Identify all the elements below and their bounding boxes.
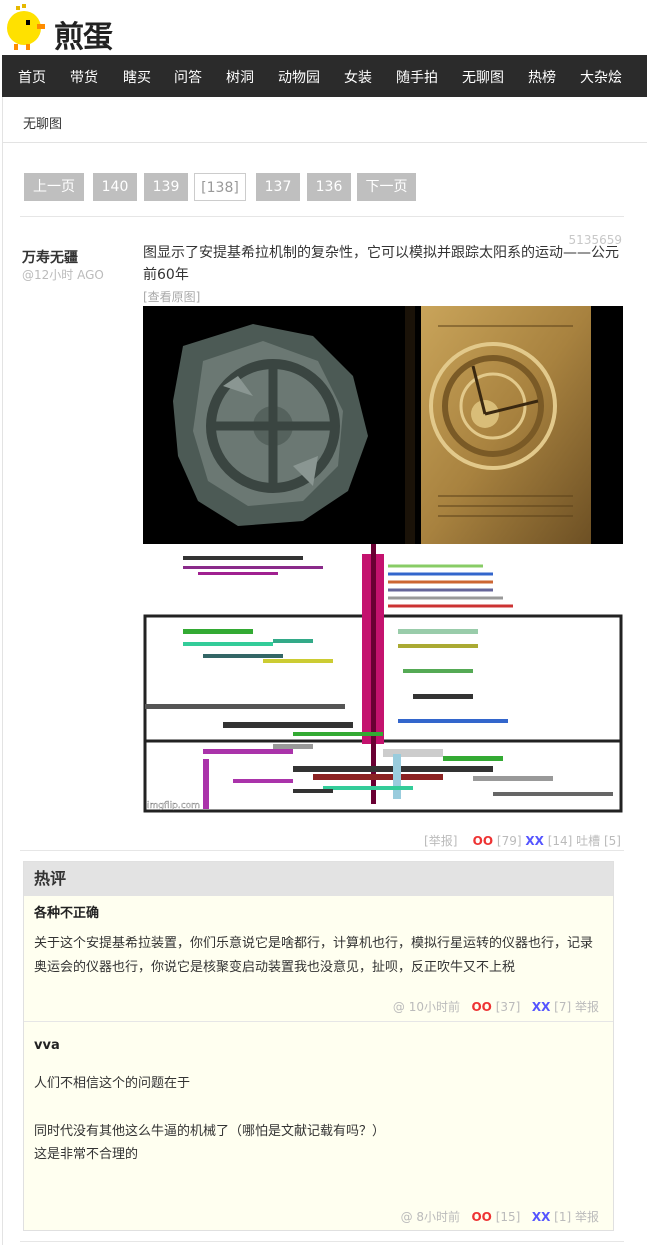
page-link-136[interactable]: 136 xyxy=(307,173,351,201)
oo-count: [15] xyxy=(495,1210,521,1224)
report-link[interactable]: 举报 xyxy=(575,1000,599,1014)
post-image-diagram[interactable]: imgflip.com xyxy=(143,544,623,814)
oo-count: [79] xyxy=(496,834,522,848)
view-original-link[interactable]: [查看原图] xyxy=(143,288,200,305)
comment-text: 关于这个安提基希拉装置，你们乐意说它是啥都行，计算机也行，模拟行星运转的仪器也行… xyxy=(34,936,594,975)
xx-button[interactable]: XX xyxy=(525,834,544,848)
comment-author: vva xyxy=(34,1038,60,1053)
oo-button[interactable]: OO xyxy=(471,1210,491,1224)
nav-item-wuliaotu[interactable]: 无聊图 xyxy=(462,67,504,87)
page-link-140[interactable]: 140 xyxy=(93,173,137,201)
divider xyxy=(20,216,624,217)
comment-text-line: 人们不相信这个的问题在于 xyxy=(34,1076,191,1091)
nav-item-nvzhuang[interactable]: 女装 xyxy=(344,67,372,87)
gear-schematic-image: imgflip.com xyxy=(143,544,623,814)
hot-comments: 热评 各种不正确 关于这个安提基希拉装置，你们乐意说它是啥都行，计算机也行，模拟… xyxy=(23,861,614,1231)
site-logo[interactable]: 煎蛋 xyxy=(2,2,132,55)
nav-item-shudong[interactable]: 树洞 xyxy=(226,67,254,87)
nav-item-home[interactable]: 首页 xyxy=(18,67,46,87)
comment: vva 人们不相信这个的问题在于 同时代没有其他这么牛逼的机械了（哪怕是文献记载… xyxy=(24,1022,613,1230)
report-link[interactable]: [举报] xyxy=(424,834,457,848)
comment-time: 10小时前 xyxy=(408,1000,461,1014)
nav-item-dazahui[interactable]: 大杂烩 xyxy=(580,67,622,87)
nav-item-rebang[interactable]: 热榜 xyxy=(528,67,556,87)
nav-item-daihuo[interactable]: 带货 xyxy=(70,67,98,87)
comment-text-line: 同时代没有其他这么牛逼的机械了（哪怕是文献记载有吗？） xyxy=(34,1124,386,1139)
nav-item-suishoupai[interactable]: 随手拍 xyxy=(396,67,438,87)
post-time: @12小时 AGO xyxy=(22,268,104,282)
comment-meta: @ 10小时前 OO [37] XX [7] 举报 xyxy=(393,998,599,1015)
xx-count: [14] xyxy=(547,834,573,848)
nav-item-xiamai[interactable]: 瞎买 xyxy=(123,67,151,87)
logo-text: 煎蛋 xyxy=(54,20,113,55)
report-link[interactable]: 举报 xyxy=(575,1210,599,1224)
tucao-link[interactable]: 吐槽 [5] xyxy=(576,834,621,848)
post-author: 万寿无疆 xyxy=(22,250,78,266)
chick-logo-icon xyxy=(7,4,45,50)
post-vote-bar: [举报] OO [79] XX [14] 吐槽 [5] xyxy=(424,832,621,849)
breadcrumb-current: 无聊图 xyxy=(23,117,63,132)
page-link-139[interactable]: 139 xyxy=(144,173,188,201)
xx-button[interactable]: XX xyxy=(532,1000,551,1014)
comment: 各种不正确 关于这个安提基希拉装置，你们乐意说它是啥都行，计算机也行，模拟行星运… xyxy=(24,896,613,1020)
comment-time: 8小时前 xyxy=(416,1210,461,1224)
mechanism-photos-image xyxy=(143,306,623,544)
oo-count: [37] xyxy=(495,1000,521,1014)
comment-at: @ xyxy=(400,1210,413,1224)
next-page-button[interactable]: 下一页 xyxy=(357,173,416,201)
xx-button[interactable]: XX xyxy=(532,1210,551,1224)
comment-author: 各种不正确 xyxy=(34,906,100,921)
current-page: [138] xyxy=(194,173,246,201)
nav-item-wenda[interactable]: 问答 xyxy=(174,67,202,87)
post-image-photos[interactable] xyxy=(143,306,623,544)
nav-item-zoo[interactable]: 动物园 xyxy=(278,67,320,87)
oo-button[interactable]: OO xyxy=(473,834,493,848)
xx-count: [1] xyxy=(554,1210,572,1224)
image-watermark: imgflip.com xyxy=(147,801,200,811)
breadcrumb: 无聊图 xyxy=(2,97,647,143)
oo-button[interactable]: OO xyxy=(471,1000,491,1014)
xx-count: [7] xyxy=(554,1000,572,1014)
prev-page-button[interactable]: 上一页 xyxy=(24,173,84,201)
divider xyxy=(20,1241,624,1242)
comment-meta: @ 8小时前 OO [15] XX [1] 举报 xyxy=(401,1208,599,1225)
divider xyxy=(20,850,624,851)
hot-comments-title: 热评 xyxy=(24,862,613,896)
main-nav: 首页 带货 瞎买 问答 树洞 动物园 女装 随手拍 无聊图 热榜 大杂烩 xyxy=(2,55,647,97)
site-header: 煎蛋 xyxy=(0,0,647,55)
comment-text-line: 这是非常不合理的 xyxy=(34,1147,139,1162)
post-text: 图显示了安提基希拉机制的复杂性，它可以模拟并跟踪太阳系的运动——公元前60年 xyxy=(143,245,619,283)
comment-at: @ xyxy=(392,1000,405,1014)
page-link-137[interactable]: 137 xyxy=(256,173,300,201)
